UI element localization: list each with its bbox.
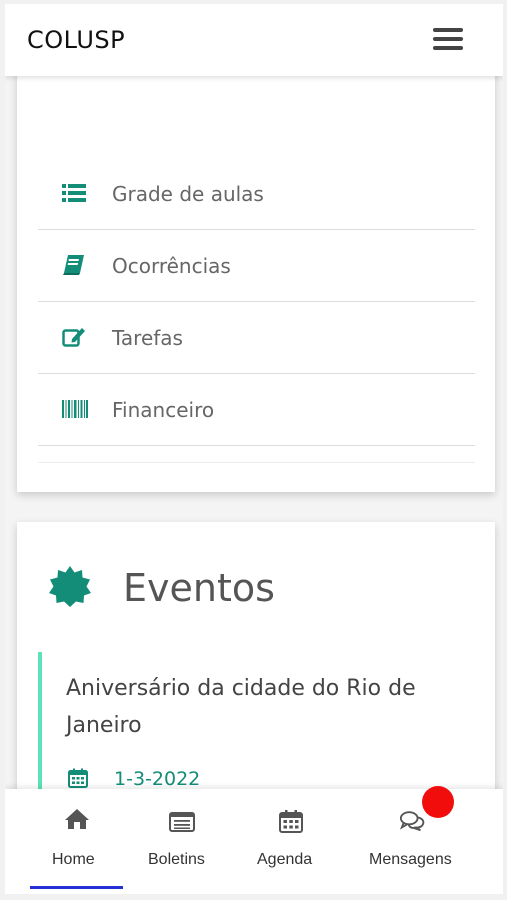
menu-item-label: Financeiro [112, 398, 215, 422]
divider [38, 462, 475, 463]
event-date: 1-3-2022 [114, 768, 201, 790]
nav-label: Mensagens [369, 851, 452, 868]
menu-item-financeiro[interactable]: Financeiro [38, 374, 475, 446]
app-frame: COLUSP Grade de aulas Ocorrências Tarefa… [5, 4, 503, 894]
nav-mensagens[interactable]: Mensagens [363, 789, 473, 889]
book-icon [63, 255, 84, 275]
barcode-icon [62, 400, 88, 418]
event-item[interactable]: Aniversário da cidade do Rio de Janeiro … [38, 652, 478, 812]
home-icon [65, 809, 89, 829]
hamburger-icon [433, 28, 463, 32]
app-title: COLUSP [27, 26, 126, 54]
report-card-icon [169, 812, 195, 832]
edit-icon [62, 328, 85, 347]
nav-home[interactable]: Home [30, 789, 123, 889]
hamburger-menu-button[interactable] [433, 28, 465, 54]
bottom-navigation: Home Boletins Agenda Mensagens [5, 786, 503, 894]
list-icon [62, 184, 86, 202]
notification-badge [422, 786, 454, 818]
menu-item-ocorrencias[interactable]: Ocorrências [38, 230, 475, 302]
menu-item-label: Grade de aulas [112, 182, 264, 206]
menu-item-label: Ocorrências [112, 254, 231, 278]
hamburger-icon-bar [433, 37, 463, 41]
nav-label: Boletins [148, 851, 205, 868]
events-title: Eventos [123, 566, 275, 610]
hamburger-icon-bar [433, 46, 463, 50]
calendar-icon [279, 810, 303, 833]
calendar-icon [68, 768, 88, 788]
nav-agenda[interactable]: Agenda [253, 789, 333, 889]
active-tab-indicator [30, 886, 123, 889]
menu-item-tarefas[interactable]: Tarefas [38, 302, 475, 374]
nav-boletins[interactable]: Boletins [140, 789, 240, 889]
badge-icon [49, 566, 91, 607]
menu-item-grade-de-aulas[interactable]: Grade de aulas [38, 158, 475, 230]
chat-icon [399, 811, 425, 832]
menu-item-label: Tarefas [112, 326, 183, 350]
nav-label: Home [52, 851, 95, 868]
event-name: Aniversário da cidade do Rio de Janeiro [66, 676, 416, 738]
menu-card: Grade de aulas Ocorrências Tarefas Finan… [17, 64, 495, 492]
nav-label: Agenda [257, 851, 313, 868]
top-app-bar: COLUSP [5, 4, 503, 76]
